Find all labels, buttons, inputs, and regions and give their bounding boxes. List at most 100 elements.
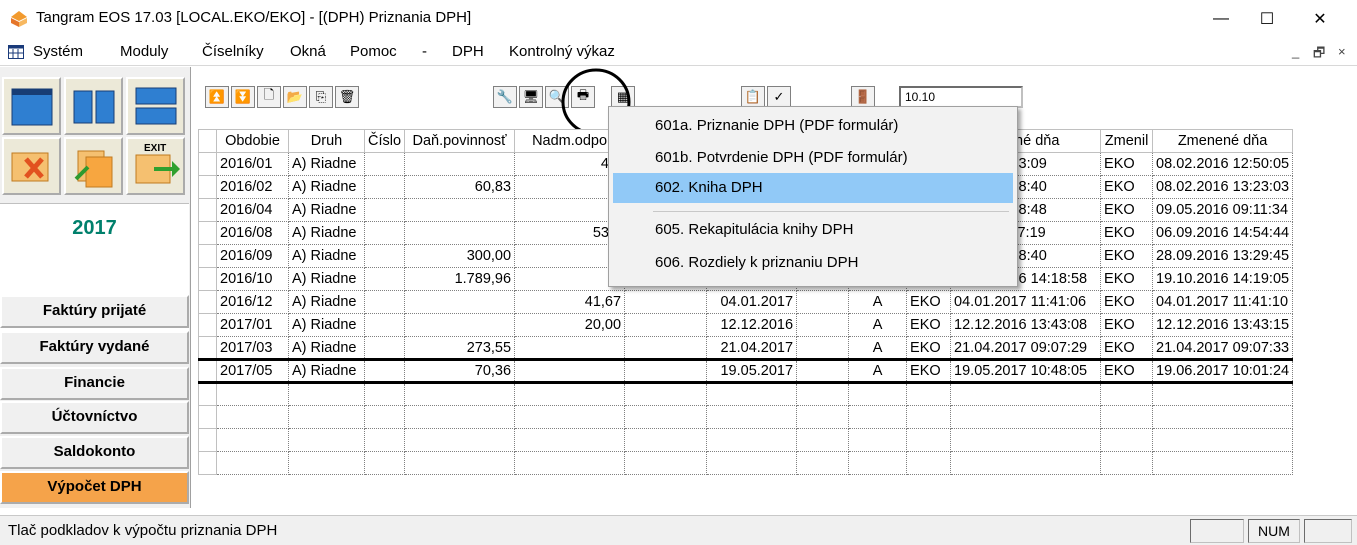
table-cell: 19.10.2016 14:19:05: [1152, 267, 1294, 291]
table-cell: [796, 428, 850, 452]
table-cell: [364, 152, 406, 176]
delete-icon[interactable]: 🗑: [335, 86, 359, 108]
window-cascade-button[interactable]: [2, 77, 61, 135]
table-cell: 1.789,96: [404, 267, 516, 291]
monitor-icon[interactable]: 🖥: [519, 86, 543, 108]
popup-item-601a[interactable]: 601a. Priznanie DPH (PDF formulár): [613, 111, 1013, 141]
table-cell: [706, 451, 798, 475]
table-cell: [288, 382, 365, 406]
mdi-restore-button[interactable]: 🗗: [1313, 44, 1325, 66]
popup-item-606[interactable]: 606. Rozdiely k priznaniu DPH: [613, 248, 1013, 278]
table-cell: 04.01.2017 11:41:10: [1152, 290, 1294, 314]
table-cell: [288, 405, 365, 429]
table-cell: [364, 244, 406, 268]
table-cell: [1152, 451, 1294, 475]
table-cell: 300,00: [404, 244, 516, 268]
new-document-icon[interactable]: 🗋: [257, 86, 281, 108]
window-tile-horizontal-button[interactable]: [126, 77, 185, 135]
table-cell: [796, 290, 850, 314]
table-row[interactable]: 2017/05 A) Riadne 70,36 19.05.2017 A EKO 19.05…: [198, 358, 1294, 384]
popup-item-605[interactable]: 605. Rekapitulácia knihy DPH: [613, 215, 1013, 245]
mdi-minimize-button[interactable]: _: [1292, 44, 1299, 59]
table-cell: [624, 358, 708, 384]
column-header[interactable]: Obdobie: [216, 129, 289, 153]
row-indicator: [198, 336, 217, 360]
spellcheck-icon[interactable]: ✓: [767, 86, 791, 108]
table-cell: [364, 428, 406, 452]
column-header[interactable]: Zmenené dňa: [1152, 129, 1294, 153]
open-folder-icon[interactable]: 📂: [283, 86, 307, 108]
window-tile-vertical-button[interactable]: [64, 77, 123, 135]
table-cell: [364, 175, 406, 199]
table-cell: 08.02.2016 12:50:05: [1152, 152, 1294, 176]
table-cell: EKO: [906, 290, 952, 314]
switch-modules-button[interactable]: [64, 137, 123, 195]
empty-row: [198, 405, 1294, 429]
table-cell: [1152, 405, 1294, 429]
nav-financie[interactable]: Financie: [0, 367, 189, 400]
nav-saldokonto[interactable]: Saldokonto: [0, 436, 189, 469]
table-cell: [706, 428, 798, 452]
table-cell: [624, 451, 708, 475]
status-panel-1: [1190, 519, 1244, 543]
maximize-button[interactable]: ☐: [1244, 0, 1290, 38]
exit-button[interactable]: EXIT: [126, 137, 185, 195]
table-cell: [404, 198, 516, 222]
nav-uctovnictvo[interactable]: Účtovníctvo: [0, 401, 189, 434]
column-header[interactable]: Druh: [288, 129, 365, 153]
table-row[interactable]: 2017/01 A) Riadne 20,00 12.12.2016 A EKO 12.12…: [198, 313, 1294, 337]
menu-moduly[interactable]: Moduly: [120, 43, 168, 60]
last-record-icon[interactable]: ⏬: [231, 86, 255, 108]
table-cell: [848, 382, 908, 406]
nav-vypocet-dph[interactable]: Výpočet DPH: [0, 471, 189, 504]
status-bar: Tlač podkladov k výpočtu priznania DPH N…: [0, 515, 1357, 545]
column-header[interactable]: Číslo: [363, 129, 406, 153]
door-exit-icon[interactable]: 🚪: [851, 86, 875, 108]
table-cell: EKO: [1100, 198, 1154, 222]
table-row[interactable]: 2017/03 A) Riadne 273,55 21.04.2017 A EKO 21.0…: [198, 336, 1294, 360]
table-cell: [364, 313, 406, 337]
menu-kontrolny-vykaz[interactable]: Kontrolný výkaz: [509, 43, 615, 60]
popup-separator: [653, 211, 1009, 212]
wrench-icon[interactable]: 🔧: [493, 86, 517, 108]
popup-item-602[interactable]: 602. Kniha DPH: [613, 173, 1013, 203]
clipboard-icon[interactable]: 📋: [741, 86, 765, 108]
copy-icon[interactable]: ⎘: [309, 86, 333, 108]
table-cell: A) Riadne: [288, 175, 365, 199]
table-cell: 2016/01: [216, 152, 289, 176]
column-header[interactable]: Daň.povinnosť: [404, 129, 516, 153]
table-cell: 19.05.2017 10:48:05: [950, 358, 1102, 384]
table-cell: 2016/04: [216, 198, 289, 222]
close-windows-button[interactable]: [2, 137, 61, 195]
empty-row: [198, 382, 1294, 406]
minimize-button[interactable]: —: [1198, 0, 1244, 38]
title-bar: Tangram EOS 17.03 [LOCAL.EKO/EKO] - [(DP…: [0, 0, 1357, 38]
nav-faktury-vydane[interactable]: Faktúry vydané: [0, 331, 189, 364]
popup-item-601b[interactable]: 601b. Potvrdenie DPH (PDF formulár): [613, 143, 1013, 173]
empty-row: [198, 451, 1294, 475]
table-cell: [364, 221, 406, 245]
filter-field[interactable]: 10.10: [899, 86, 1023, 108]
menu-okna[interactable]: Okná: [290, 43, 326, 60]
close-button[interactable]: ✕: [1297, 0, 1343, 38]
first-record-icon[interactable]: ⏫: [205, 86, 229, 108]
mdi-close-button[interactable]: ×: [1338, 44, 1346, 59]
table-cell: 2016/08: [216, 221, 289, 245]
column-header[interactable]: Zmenil: [1100, 129, 1154, 153]
menu-system[interactable]: Systém: [33, 43, 83, 60]
table-cell: [404, 290, 516, 314]
table-cell: [364, 267, 406, 291]
table-cell: [1100, 451, 1154, 475]
table-cell: 41,67: [514, 290, 626, 314]
table-cell: 28.09.2016 13:29:45: [1152, 244, 1294, 268]
menu-ciselniky[interactable]: Číselníky: [202, 43, 264, 60]
menu-pomoc[interactable]: Pomoc: [350, 43, 397, 60]
table-cell: [906, 428, 952, 452]
row-indicator: [198, 152, 217, 176]
menu-dph[interactable]: DPH: [452, 43, 484, 60]
table-row[interactable]: 2016/12 A) Riadne 41,67 04.01.2017 A EKO 04.01…: [198, 290, 1294, 314]
nav-faktury-prijate[interactable]: Faktúry prijaté: [0, 295, 189, 328]
table-cell: A) Riadne: [288, 221, 365, 245]
row-indicator: [198, 382, 217, 406]
table-cell: [288, 451, 365, 475]
